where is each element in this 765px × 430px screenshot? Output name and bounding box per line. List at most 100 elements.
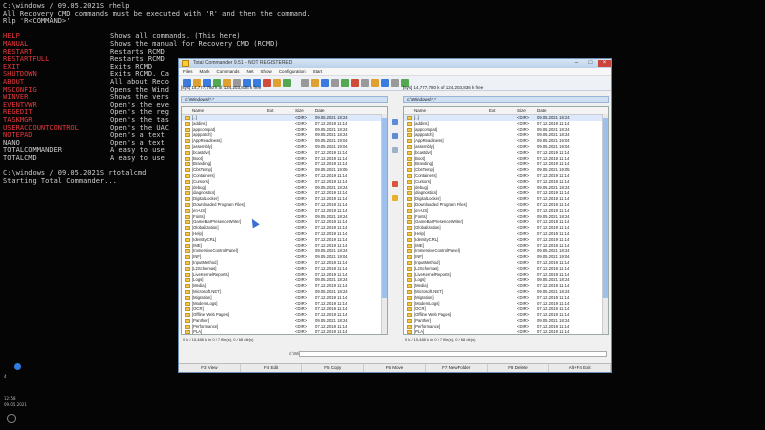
- scrollbar-right[interactable]: [602, 114, 608, 334]
- menu-item[interactable]: Files: [183, 69, 193, 74]
- tray-badge: 4: [4, 374, 7, 379]
- folder-icon: [407, 295, 412, 300]
- function-key-button[interactable]: F8 Delete: [488, 364, 550, 372]
- folder-icon: [185, 121, 190, 126]
- folder-icon: [185, 179, 190, 184]
- path-left[interactable]: c:\Windows\*.*: [181, 96, 388, 103]
- folder-icon: [185, 168, 190, 173]
- menu-item[interactable]: Commands: [217, 69, 240, 74]
- folder-icon: [185, 139, 190, 144]
- close-button[interactable]: ×: [598, 60, 611, 67]
- folder-icon: [185, 307, 190, 312]
- column-header[interactable]: Name Ext Size Date: [182, 107, 387, 115]
- file-panel-right[interactable]: Name Ext Size Date [..] <DIR> 09.05.2021 18:24…: [403, 106, 609, 335]
- scrollbar-left[interactable]: [381, 114, 387, 334]
- file-panel-left[interactable]: Name Ext Size Date [..] <DIR> 09.05.2021 18:24…: [181, 106, 388, 335]
- folder-icon: [185, 266, 190, 271]
- folder-icon: [185, 202, 190, 207]
- path-right[interactable]: c:\Windows\*.*: [403, 96, 609, 103]
- notification-icon[interactable]: [14, 363, 21, 370]
- terminal-command-description: A easy to use: [110, 154, 165, 162]
- folder-icon: [407, 127, 412, 132]
- function-key-button[interactable]: F7 NewFolder: [426, 364, 488, 372]
- column-name[interactable]: Name: [192, 108, 204, 113]
- search-icon[interactable]: [7, 414, 16, 423]
- terminal-command-description: All about Reco: [110, 78, 170, 86]
- column-name[interactable]: Name: [414, 108, 426, 113]
- column-size[interactable]: Size: [295, 108, 304, 113]
- menu-bar: Files Mark Commands Net Show Configuration Sta…: [179, 68, 611, 76]
- folder-icon: [407, 289, 412, 294]
- folder-icon: [407, 168, 412, 173]
- tray-date: 09.05.2021: [4, 402, 27, 407]
- folder-icon: [407, 330, 412, 334]
- function-key-button[interactable]: Alt+F4 Exit: [549, 364, 612, 372]
- terminal-line: Rlp 'R<COMMAND>': [3, 17, 71, 26]
- column-size[interactable]: Size: [517, 108, 526, 113]
- folder-icon: [407, 243, 412, 248]
- folder-icon: [407, 144, 412, 149]
- copy-icon[interactable]: [392, 119, 398, 125]
- column-date[interactable]: Date: [315, 108, 325, 113]
- sync-icon[interactable]: [392, 147, 398, 153]
- folder-icon: [185, 289, 190, 294]
- column-ext[interactable]: Ext: [267, 108, 274, 113]
- folder-icon: [185, 272, 190, 277]
- folder-icon: [185, 156, 190, 161]
- menu-item[interactable]: Mark: [200, 69, 210, 74]
- folder-icon: [185, 255, 190, 260]
- folder-icon: [407, 301, 412, 306]
- file-row[interactable]: [PLA] <DIR> 07.12.2019 11:14: [182, 329, 387, 335]
- folder-icon: [185, 214, 190, 219]
- terminal-command-description: Shows the manual for Recovery CMD (RCMD): [110, 40, 279, 48]
- maximize-button[interactable]: □: [584, 60, 597, 67]
- toolbar-button-icon[interactable]: [381, 79, 389, 87]
- scrollbar-thumb[interactable]: [603, 118, 608, 298]
- toolbar-button-icon[interactable]: [391, 79, 399, 87]
- column-header[interactable]: Name Ext Size Date: [404, 107, 608, 115]
- folder-icon: [407, 116, 412, 120]
- function-key-button[interactable]: F3 View: [179, 364, 241, 372]
- menu-item[interactable]: Configuration: [279, 69, 306, 74]
- minimize-button[interactable]: –: [570, 60, 583, 67]
- drive-info-right[interactable]: [sys] 14,777,780 k of 124,203,836 k free: [403, 85, 603, 92]
- folder-icon: [407, 121, 412, 126]
- function-key-button[interactable]: F6 Move: [364, 364, 426, 372]
- folder-icon: [407, 185, 412, 190]
- file-row[interactable]: [PLA] <DIR> 07.12.2019 11:14: [404, 329, 608, 335]
- folder-icon: [407, 237, 412, 242]
- file-name: [PLA]: [414, 329, 425, 335]
- folder-icon: [185, 278, 190, 283]
- folder-icon: [407, 278, 412, 283]
- scrollbar-thumb[interactable]: [382, 118, 387, 298]
- menu-item[interactable]: Show: [261, 69, 272, 74]
- folder-icon: [407, 307, 412, 312]
- folder-icon[interactable]: [392, 195, 398, 201]
- menu-item[interactable]: Start: [313, 69, 323, 74]
- folder-icon: [407, 255, 412, 260]
- folder-icon: [407, 260, 412, 265]
- file-size: <DIR>: [517, 329, 530, 335]
- folder-icon: [185, 191, 190, 196]
- file-date: 07.12.2019 11:14: [315, 329, 348, 335]
- delete-icon[interactable]: [392, 181, 398, 187]
- folder-icon: [407, 214, 412, 219]
- function-key-button[interactable]: F5 Copy: [302, 364, 365, 372]
- command-line-input[interactable]: [299, 351, 607, 357]
- total-commander-window[interactable]: Total Commander 9.51 - NOT REGISTERED – …: [178, 58, 612, 373]
- folder-icon: [185, 313, 190, 318]
- folder-icon: [185, 324, 190, 329]
- compare-icon[interactable]: [392, 133, 398, 139]
- terminal-line: C:\windows / 09.05.2021S rhelp: [3, 2, 130, 10]
- menu-item[interactable]: Net: [247, 69, 254, 74]
- title-bar[interactable]: Total Commander 9.51 - NOT REGISTERED – …: [179, 59, 611, 68]
- column-ext[interactable]: Ext: [489, 108, 496, 113]
- drive-info-left[interactable]: [sys] 14,777,780 k of 124,203,836 k free: [181, 85, 381, 92]
- column-date[interactable]: Date: [537, 108, 547, 113]
- terminal-line: Starting Total Commander...: [3, 176, 117, 185]
- file-size: <DIR>: [295, 329, 308, 335]
- function-key-button[interactable]: F4 Edit: [241, 364, 303, 372]
- folder-icon: [185, 301, 190, 306]
- folder-icon: [185, 220, 190, 225]
- folder-icon: [407, 191, 412, 196]
